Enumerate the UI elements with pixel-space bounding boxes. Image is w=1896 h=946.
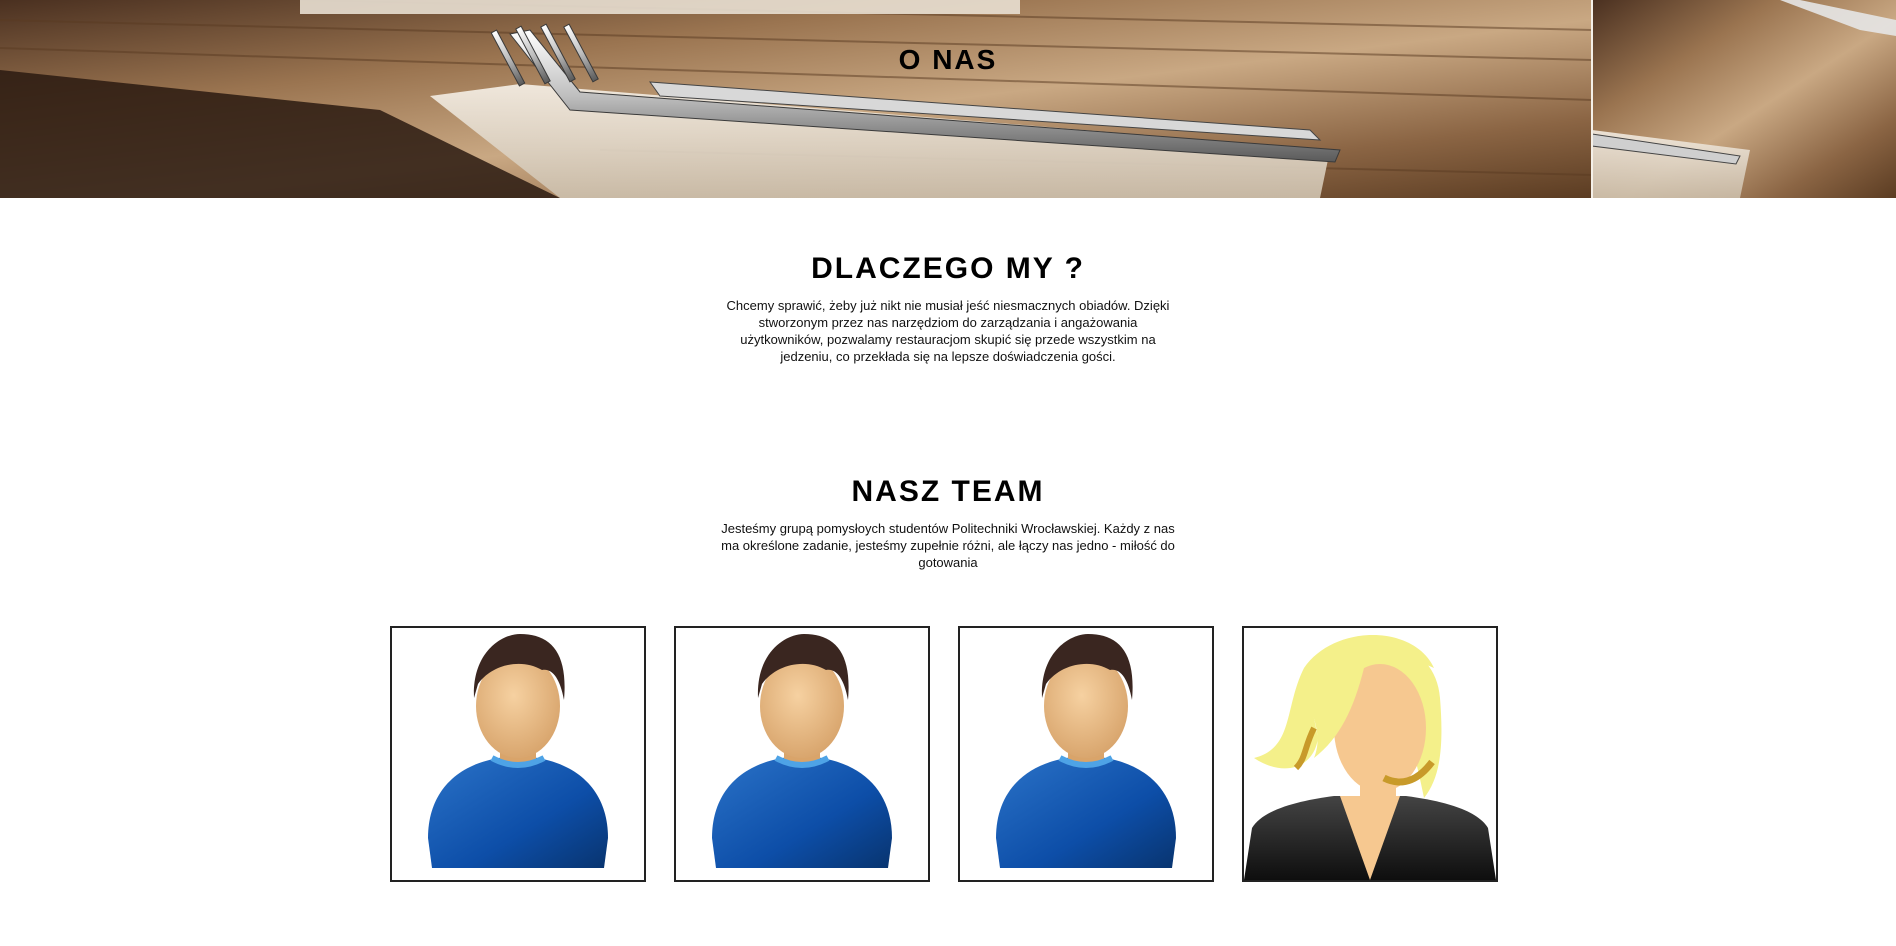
- team-member-card: [390, 626, 646, 882]
- why-us-text: Chcemy sprawić, żeby już nikt nie musiał…: [726, 298, 1170, 364]
- team-text: Jesteśmy grupą pomysłoych studentów Poli…: [721, 521, 1175, 570]
- team-member-card: [1242, 626, 1498, 882]
- team-member-card: [674, 626, 930, 882]
- team-heading: NASZ TEAM: [851, 475, 1045, 508]
- team-members-list: [390, 626, 1502, 882]
- female-avatar-icon: [1244, 635, 1496, 880]
- male-avatar-icon: [428, 634, 608, 868]
- page-title: O NAS: [898, 44, 998, 75]
- male-avatar-icon: [996, 634, 1176, 868]
- male-avatar-icon: [712, 634, 892, 868]
- hero-banner: O NAS: [0, 0, 1896, 198]
- team-member-card: [958, 626, 1214, 882]
- why-us-heading: DLACZEGO MY ?: [811, 252, 1085, 285]
- fork-on-table-image: [0, 0, 1896, 198]
